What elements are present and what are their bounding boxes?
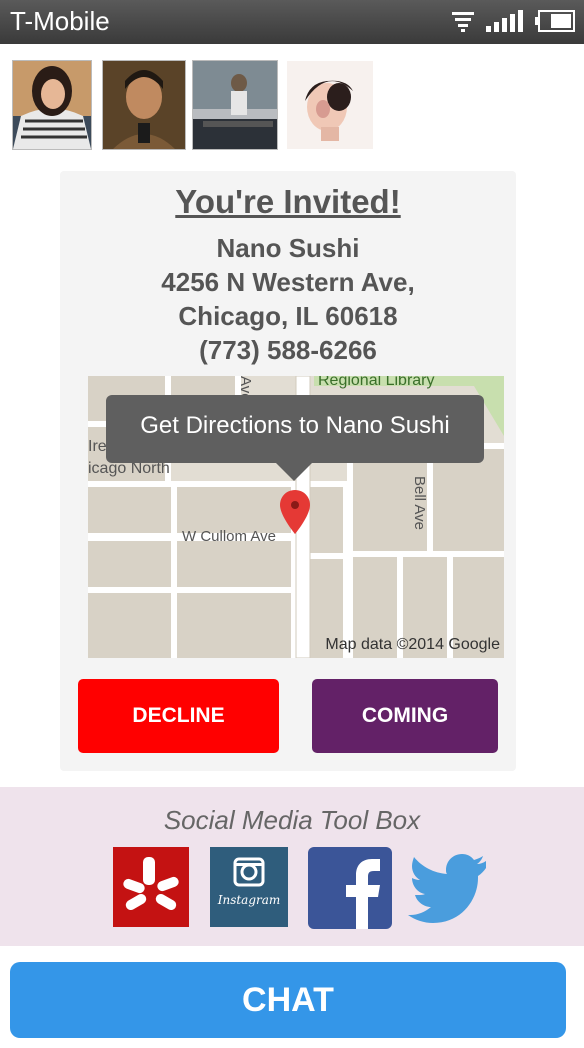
wifi-icon — [450, 10, 478, 37]
invite-title: You're Invited! — [175, 183, 401, 220]
chat-button[interactable]: CHAT — [10, 962, 566, 1038]
avatar[interactable] — [192, 60, 278, 150]
venue-city: Chicago, IL 60618 — [178, 301, 398, 331]
avatar[interactable] — [286, 60, 374, 150]
directions-tooltip[interactable]: Get Directions to Nano Sushi — [106, 395, 484, 481]
social-toolbox: Social Media Tool Box Instagram — [0, 787, 584, 946]
venue-map[interactable]: Regional Library Ire icago North W Cullo… — [88, 376, 504, 658]
coming-button[interactable]: COMING — [312, 679, 498, 753]
venue-phone[interactable]: (773) 588-6266 — [60, 335, 516, 366]
instagram-wordmark: Instagram — [217, 893, 281, 907]
venue-street: 4256 N Western Ave, — [161, 267, 415, 297]
toolbox-title: Social Media Tool Box — [163, 805, 421, 835]
instagram-icon[interactable] — [210, 847, 288, 932]
status-bar: T-Mobile — [0, 0, 584, 44]
decline-button[interactable]: DECLINE — [78, 679, 279, 753]
signal-icon — [486, 10, 524, 37]
tooltip-arrow — [276, 463, 312, 481]
carrier-name: T-Mobile — [10, 6, 110, 36]
battery-icon — [534, 10, 576, 37]
facebook-icon[interactable] — [308, 847, 392, 934]
map-label-bell: Bell Ave — [411, 476, 428, 530]
map-label-library: Regional Library — [318, 376, 435, 389]
twitter-icon[interactable] — [408, 851, 488, 930]
map-credit: Map data ©2014 Google — [325, 636, 500, 653]
avatar[interactable] — [12, 60, 92, 150]
venue-name: Nano Sushi — [216, 233, 360, 263]
map-label-irv: Ire — [88, 438, 107, 455]
avatar[interactable] — [102, 60, 186, 150]
invite-card: You're Invited! Nano Sushi 4256 N Wester… — [60, 171, 516, 771]
map-label-cullom: W Cullom Ave — [182, 528, 276, 545]
yelp-icon[interactable] — [113, 847, 189, 932]
directions-tooltip-text: Get Directions to Nano Sushi — [140, 412, 450, 439]
